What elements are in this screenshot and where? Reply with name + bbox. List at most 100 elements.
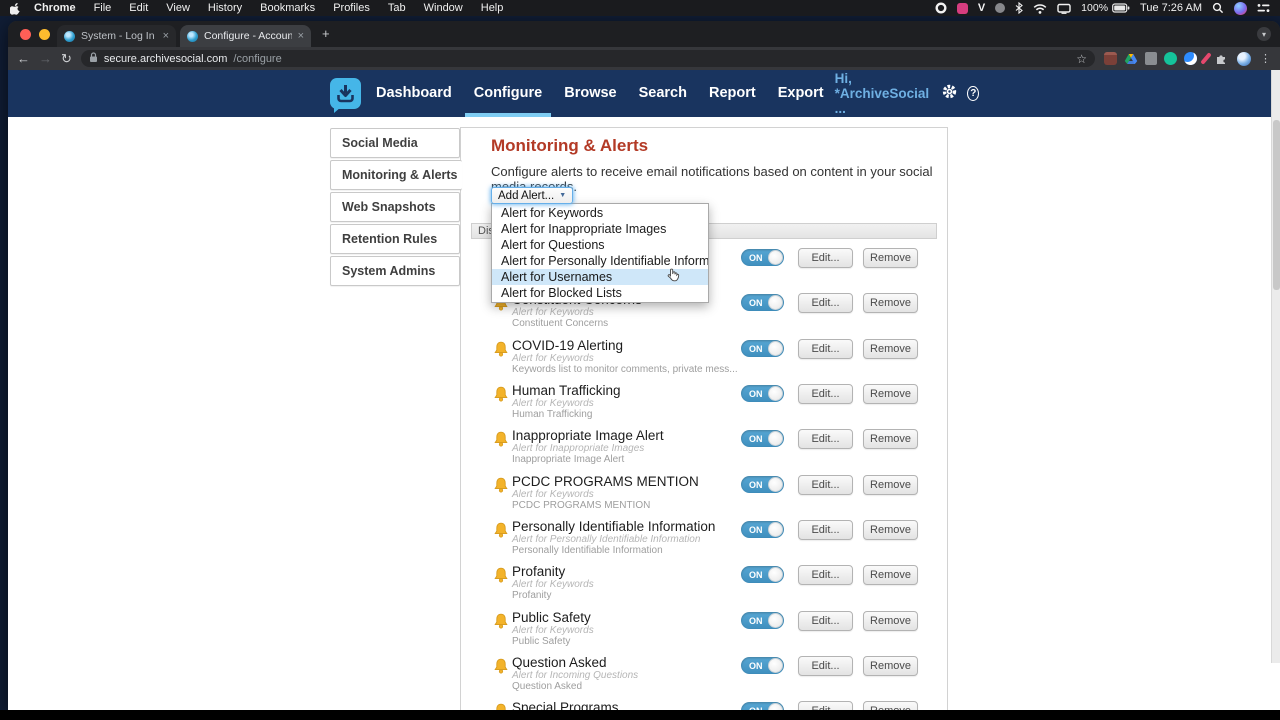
scrollbar-thumb[interactable] [1273, 120, 1280, 290]
alert-enabled-toggle[interactable]: ON [741, 702, 784, 710]
alert-enabled-toggle[interactable]: ON [741, 612, 784, 629]
remove-alert-button[interactable]: Remove [863, 248, 918, 268]
bluetooth-icon[interactable] [1015, 2, 1023, 14]
edit-alert-button[interactable]: Edit... [798, 293, 853, 313]
menu-item-edit[interactable]: Edit [120, 0, 157, 16]
gear-icon[interactable] [941, 83, 958, 105]
browser-tab-system-login[interactable]: System - Log In | ArchiveSocia × [57, 25, 176, 47]
bookmark-star-icon[interactable]: ☆ [1076, 52, 1087, 66]
menu-item-chrome[interactable]: Chrome [25, 0, 85, 16]
dropdown-item-alert-for-keywords[interactable]: Alert for Keywords [492, 205, 708, 221]
page-scrollbar[interactable] [1271, 70, 1280, 663]
forward-button[interactable]: → [39, 52, 52, 65]
edit-alert-button[interactable]: Edit... [798, 248, 853, 268]
remove-alert-button[interactable]: Remove [863, 656, 918, 676]
toggle-knob[interactable] [768, 431, 783, 446]
apple-icon[interactable] [10, 2, 21, 15]
reading-list-icon[interactable] [1104, 52, 1117, 65]
puzzle-extensions-icon[interactable] [1215, 52, 1228, 65]
new-tab-button[interactable]: + [322, 26, 330, 41]
alert-enabled-toggle[interactable]: ON [741, 566, 784, 583]
edit-alert-button[interactable]: Edit... [798, 475, 853, 495]
close-tab-icon[interactable]: × [163, 30, 169, 42]
alert-enabled-toggle[interactable]: ON [741, 521, 784, 538]
close-tab-icon[interactable]: × [298, 30, 304, 42]
profile-avatar[interactable] [1237, 52, 1251, 66]
archivesocial-logo[interactable] [330, 78, 361, 109]
menu-item-history[interactable]: History [199, 0, 251, 16]
dot-icon[interactable] [995, 3, 1005, 13]
nav-link-browse[interactable]: Browse [553, 70, 627, 117]
close-window-button[interactable] [20, 29, 31, 40]
remove-alert-button[interactable]: Remove [863, 384, 918, 404]
minimize-window-button[interactable] [39, 29, 50, 40]
nav-link-configure[interactable]: Configure [463, 70, 553, 117]
blue-extension-icon[interactable] [1184, 52, 1197, 65]
sidebar-item-monitoring-alerts[interactable]: Monitoring & Alerts [330, 160, 462, 190]
toggle-knob[interactable] [768, 295, 783, 310]
edit-alert-button[interactable]: Edit... [798, 611, 853, 631]
remove-alert-button[interactable]: Remove [863, 565, 918, 585]
toggle-knob[interactable] [768, 567, 783, 582]
app-icon-magenta[interactable] [957, 3, 968, 14]
alert-enabled-toggle[interactable]: ON [741, 249, 784, 266]
remove-alert-button[interactable]: Remove [863, 701, 918, 710]
user-greeting[interactable]: Hi, *ArchiveSocial ... [835, 71, 933, 116]
remove-alert-button[interactable]: Remove [863, 339, 918, 359]
tab-search-button[interactable]: ▾ [1257, 27, 1271, 41]
green-extension-icon[interactable] [1164, 52, 1177, 65]
edit-alert-button[interactable]: Edit... [798, 656, 853, 676]
control-center-icon[interactable] [1257, 3, 1270, 13]
edit-alert-button[interactable]: Edit... [798, 429, 853, 449]
dropdown-item-alert-for-questions[interactable]: Alert for Questions [492, 237, 708, 253]
sidebar-item-system-admins[interactable]: System Admins [330, 256, 460, 286]
remove-alert-button[interactable]: Remove [863, 475, 918, 495]
edit-alert-button[interactable]: Edit... [798, 520, 853, 540]
edit-alert-button[interactable]: Edit... [798, 565, 853, 585]
wifi-icon[interactable] [1033, 3, 1047, 14]
nav-link-search[interactable]: Search [628, 70, 698, 117]
alert-enabled-toggle[interactable]: ON [741, 340, 784, 357]
sidebar-item-web-snapshots[interactable]: Web Snapshots [330, 192, 460, 222]
toggle-knob[interactable] [768, 386, 783, 401]
v-app-icon[interactable]: V [978, 2, 985, 14]
alert-enabled-toggle[interactable]: ON [741, 294, 784, 311]
sidebar-item-retention-rules[interactable]: Retention Rules [330, 224, 460, 254]
archive-icon[interactable] [1145, 52, 1157, 65]
menu-item-profiles[interactable]: Profiles [324, 0, 379, 16]
back-button[interactable]: ← [17, 52, 30, 65]
dropdown-item-alert-for-inappropriate-images[interactable]: Alert for Inappropriate Images [492, 221, 708, 237]
toggle-knob[interactable] [768, 341, 783, 356]
toggle-knob[interactable] [768, 703, 783, 710]
menu-item-window[interactable]: Window [415, 0, 472, 16]
display-icon[interactable] [1057, 3, 1071, 14]
address-bar[interactable]: secure.archivesocial.com/configure ☆ [81, 50, 1095, 67]
spotlight-icon[interactable] [1212, 2, 1224, 14]
toggle-knob[interactable] [768, 658, 783, 673]
sidebar-item-social-media-accounts[interactable]: Social Media Accounts [330, 128, 460, 158]
remove-alert-button[interactable]: Remove [863, 293, 918, 313]
reload-button[interactable]: ↻ [61, 52, 72, 65]
nav-link-dashboard[interactable]: Dashboard [365, 70, 463, 117]
alert-enabled-toggle[interactable]: ON [741, 657, 784, 674]
browser-menu-icon[interactable]: ⋮ [1260, 52, 1271, 65]
edit-alert-button[interactable]: Edit... [798, 701, 853, 710]
menu-item-bookmarks[interactable]: Bookmarks [251, 0, 324, 16]
record-icon[interactable] [935, 2, 947, 14]
toggle-knob[interactable] [768, 477, 783, 492]
toggle-knob[interactable] [768, 613, 783, 628]
alert-enabled-toggle[interactable]: ON [741, 430, 784, 447]
toggle-knob[interactable] [768, 522, 783, 537]
menu-item-help[interactable]: Help [472, 0, 513, 16]
drive-icon[interactable] [1124, 53, 1138, 65]
remove-alert-button[interactable]: Remove [863, 611, 918, 631]
remove-alert-button[interactable]: Remove [863, 429, 918, 449]
menu-item-view[interactable]: View [157, 0, 199, 16]
remove-alert-button[interactable]: Remove [863, 520, 918, 540]
add-alert-select[interactable]: Add Alert... ▼ [491, 187, 573, 204]
siri-icon[interactable] [1234, 2, 1247, 15]
edit-alert-button[interactable]: Edit... [798, 339, 853, 359]
battery-status[interactable]: 100% [1081, 2, 1130, 14]
nav-link-export[interactable]: Export [767, 70, 835, 117]
red-extension-icon[interactable] [1204, 52, 1208, 65]
